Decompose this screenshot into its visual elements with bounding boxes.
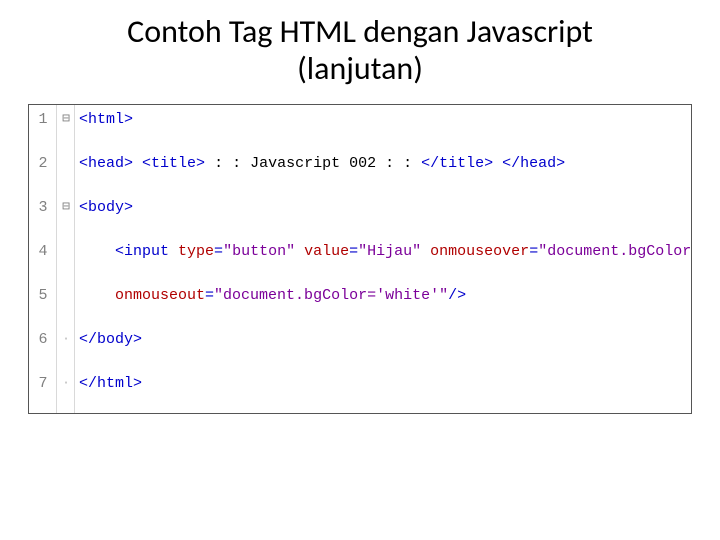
- attr-type: type: [178, 243, 214, 260]
- title-line-2: (lanjutan): [297, 49, 423, 88]
- line-number: 2: [29, 155, 57, 172]
- code-line: <html>: [79, 111, 133, 128]
- tag-body-open: <body>: [79, 199, 133, 216]
- line-number: 4: [29, 243, 57, 260]
- fold-toggle-icon[interactable]: ⊟: [57, 199, 75, 214]
- attr-onmouseover: onmouseover: [430, 243, 529, 260]
- line-number: 1: [29, 111, 57, 128]
- val-onmouseout: "document.bgColor='white'": [214, 287, 448, 304]
- val-onmouseover: "document.bgColor='green'": [538, 243, 692, 260]
- code-line: <body>: [79, 199, 133, 216]
- code-editor: 1 2 3 4 5 6 7 ⊟ ⊟ · · <html> <head> <tit…: [28, 104, 692, 414]
- tag-input-close: />: [448, 287, 466, 304]
- tag-head-close: </head>: [502, 155, 565, 172]
- fold-column: [57, 105, 75, 413]
- tag-body-close: </body>: [79, 331, 142, 348]
- tag-html-open: <html>: [79, 111, 133, 128]
- code-line: <input type="button" value="Hijau" onmou…: [79, 243, 692, 260]
- line-number: 3: [29, 199, 57, 216]
- title-line-1: Contoh Tag HTML dengan Javascript: [127, 12, 593, 51]
- line-number: 7: [29, 375, 57, 392]
- fold-end-icon: ·: [57, 331, 75, 346]
- attr-value: value: [304, 243, 349, 260]
- code-line: onmouseout="document.bgColor='white'"/>: [79, 287, 466, 304]
- code-line: <head> <title> : : Javascript 002 : : </…: [79, 155, 565, 172]
- fold-toggle-icon[interactable]: ⊟: [57, 111, 75, 126]
- attr-onmouseout: onmouseout: [115, 287, 205, 304]
- code-line: </body>: [79, 331, 142, 348]
- slide-title: Contoh Tag HTML dengan Javascript (lanju…: [0, 0, 720, 96]
- tag-head-open: <head>: [79, 155, 133, 172]
- title-text: : : Javascript 002 : :: [214, 155, 412, 172]
- line-number: 5: [29, 287, 57, 304]
- val-type: "button": [223, 243, 295, 260]
- tag-title-open: <title>: [142, 155, 205, 172]
- line-number: 6: [29, 331, 57, 348]
- tag-input-open: <input: [115, 243, 178, 260]
- tag-html-close: </html>: [79, 375, 142, 392]
- code-line: </html>: [79, 375, 142, 392]
- fold-end-icon: ·: [57, 375, 75, 390]
- tag-title-close: </title>: [421, 155, 493, 172]
- val-value: "Hijau": [358, 243, 421, 260]
